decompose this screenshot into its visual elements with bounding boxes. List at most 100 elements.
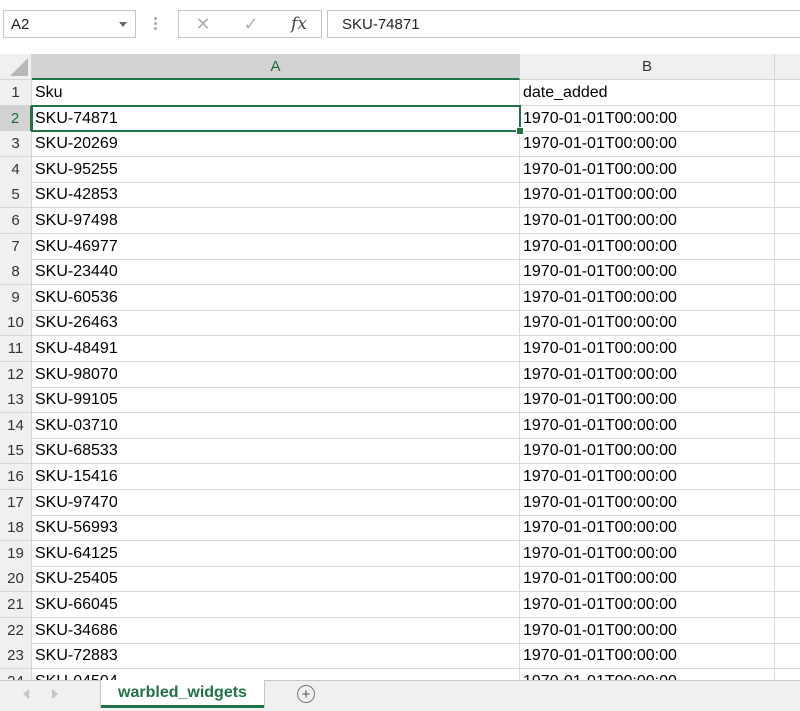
cell-date-added[interactable]: 1970-01-01T00:00:00: [520, 336, 775, 362]
check-icon[interactable]: ✓: [229, 11, 273, 37]
cell-date-added[interactable]: 1970-01-01T00:00:00: [520, 208, 775, 234]
cell-empty[interactable]: [775, 336, 800, 362]
cell-empty[interactable]: [775, 490, 800, 516]
cell-empty[interactable]: [775, 592, 800, 618]
cell-date-added[interactable]: 1970-01-01T00:00:00: [520, 464, 775, 490]
column-header-b[interactable]: B: [520, 54, 775, 79]
cancel-icon[interactable]: ✕: [181, 11, 225, 37]
cell-date-added[interactable]: 1970-01-01T00:00:00: [520, 668, 775, 680]
row-header[interactable]: 13: [0, 387, 32, 414]
drag-handle-icon[interactable]: [154, 17, 157, 31]
row-header[interactable]: 7: [0, 233, 32, 260]
cell-empty[interactable]: [775, 618, 800, 644]
row-header[interactable]: 1: [0, 80, 32, 106]
cell-date-added[interactable]: 1970-01-01T00:00:00: [520, 643, 775, 670]
cell-empty[interactable]: [775, 541, 800, 567]
row-header[interactable]: 8: [0, 259, 32, 286]
formula-input[interactable]: SKU-74871: [327, 10, 800, 38]
cell-sku[interactable]: SKU-98070: [32, 361, 520, 388]
row-header[interactable]: 19: [0, 540, 32, 567]
row-header[interactable]: 22: [0, 617, 32, 644]
cell-empty[interactable]: [775, 387, 800, 414]
cell-date-added[interactable]: 1970-01-01T00:00:00: [520, 540, 775, 567]
cell-sku[interactable]: SKU-26463: [32, 310, 520, 337]
cell-sku[interactable]: SKU-15416: [32, 464, 520, 490]
row-header[interactable]: 11: [0, 336, 32, 362]
cell-empty[interactable]: [775, 157, 800, 183]
cell-sku[interactable]: SKU-97470: [32, 489, 520, 516]
cell-sku[interactable]: SKU-56993: [32, 515, 520, 542]
cell-date-added[interactable]: 1970-01-01T00:00:00: [520, 156, 775, 183]
cell-date-added[interactable]: 1970-01-01T00:00:00: [520, 438, 775, 465]
row-header[interactable]: 16: [0, 464, 32, 490]
cell-date-added[interactable]: 1970-01-01T00:00:00: [520, 361, 775, 388]
cell-sku[interactable]: SKU-99105: [32, 387, 520, 414]
cell-empty[interactable]: [775, 413, 800, 439]
row-header[interactable]: 6: [0, 208, 32, 234]
cell-empty[interactable]: [775, 515, 800, 542]
cell-empty[interactable]: [775, 131, 800, 158]
cell-empty[interactable]: [775, 669, 800, 680]
row-header[interactable]: 24: [0, 668, 32, 680]
cell-sku[interactable]: SKU-66045: [32, 592, 520, 618]
row-header[interactable]: 14: [0, 412, 32, 439]
cell-sku[interactable]: SKU-34686: [32, 617, 520, 644]
select-all-button[interactable]: [0, 54, 32, 79]
cell-empty[interactable]: [775, 182, 800, 209]
row-header[interactable]: 4: [0, 156, 32, 183]
cell-empty[interactable]: [775, 438, 800, 465]
row-header[interactable]: 20: [0, 566, 32, 593]
cell-sku[interactable]: SKU-04504: [32, 668, 520, 680]
cell-empty[interactable]: [775, 80, 800, 106]
row-header[interactable]: 9: [0, 284, 32, 311]
cell-date-added[interactable]: date_added: [520, 80, 775, 106]
cell-date-added[interactable]: 1970-01-01T00:00:00: [520, 412, 775, 439]
cell-sku[interactable]: SKU-48491: [32, 336, 520, 362]
row-header[interactable]: 23: [0, 643, 32, 670]
plus-circle-icon[interactable]: +: [297, 685, 315, 703]
row-header[interactable]: 5: [0, 182, 32, 209]
row-header[interactable]: 17: [0, 489, 32, 516]
name-box[interactable]: A2: [3, 10, 136, 38]
column-header-a[interactable]: A: [32, 54, 520, 80]
cell-sku[interactable]: SKU-23440: [32, 259, 520, 286]
cell-sku[interactable]: SKU-42853: [32, 182, 520, 209]
column-header-c[interactable]: [775, 54, 800, 79]
cell-sku[interactable]: SKU-64125: [32, 540, 520, 567]
cell-empty[interactable]: [775, 285, 800, 311]
cell-sku[interactable]: SKU-95255: [32, 156, 520, 183]
cell-sku[interactable]: SKU-68533: [32, 438, 520, 465]
cell-date-added[interactable]: 1970-01-01T00:00:00: [520, 284, 775, 311]
chevron-right-icon[interactable]: [52, 689, 58, 699]
cell-date-added[interactable]: 1970-01-01T00:00:00: [520, 566, 775, 593]
cell-date-added[interactable]: 1970-01-01T00:00:00: [520, 233, 775, 260]
cell-sku[interactable]: SKU-97498: [32, 208, 520, 234]
cell-sku[interactable]: SKU-74871: [32, 105, 520, 132]
cell-date-added[interactable]: 1970-01-01T00:00:00: [520, 105, 775, 132]
cell-sku[interactable]: Sku: [32, 80, 520, 106]
cell-date-added[interactable]: 1970-01-01T00:00:00: [520, 489, 775, 516]
cell-sku[interactable]: SKU-25405: [32, 566, 520, 593]
chevron-left-icon[interactable]: [23, 689, 29, 699]
cell-date-added[interactable]: 1970-01-01T00:00:00: [520, 617, 775, 644]
cell-date-added[interactable]: 1970-01-01T00:00:00: [520, 182, 775, 209]
cell-sku[interactable]: SKU-60536: [32, 284, 520, 311]
row-header[interactable]: 10: [0, 310, 32, 337]
sheet-tab-warbled-widgets[interactable]: warbled_widgets: [101, 680, 264, 708]
row-header[interactable]: 2: [0, 105, 32, 132]
cell-date-added[interactable]: 1970-01-01T00:00:00: [520, 592, 775, 618]
row-header[interactable]: 3: [0, 131, 32, 158]
cell-empty[interactable]: [775, 362, 800, 388]
row-header[interactable]: 12: [0, 361, 32, 388]
cell-sku[interactable]: SKU-20269: [32, 131, 520, 158]
insert-function-icon[interactable]: fx: [277, 11, 321, 37]
cell-date-added[interactable]: 1970-01-01T00:00:00: [520, 131, 775, 158]
cell-empty[interactable]: [775, 208, 800, 234]
cell-empty[interactable]: [775, 259, 800, 286]
row-header[interactable]: 15: [0, 438, 32, 465]
cell-empty[interactable]: [775, 643, 800, 670]
cell-empty[interactable]: [775, 310, 800, 337]
chevron-down-icon[interactable]: [119, 22, 127, 27]
cell-sku[interactable]: SKU-72883: [32, 643, 520, 670]
cell-sku[interactable]: SKU-03710: [32, 412, 520, 439]
